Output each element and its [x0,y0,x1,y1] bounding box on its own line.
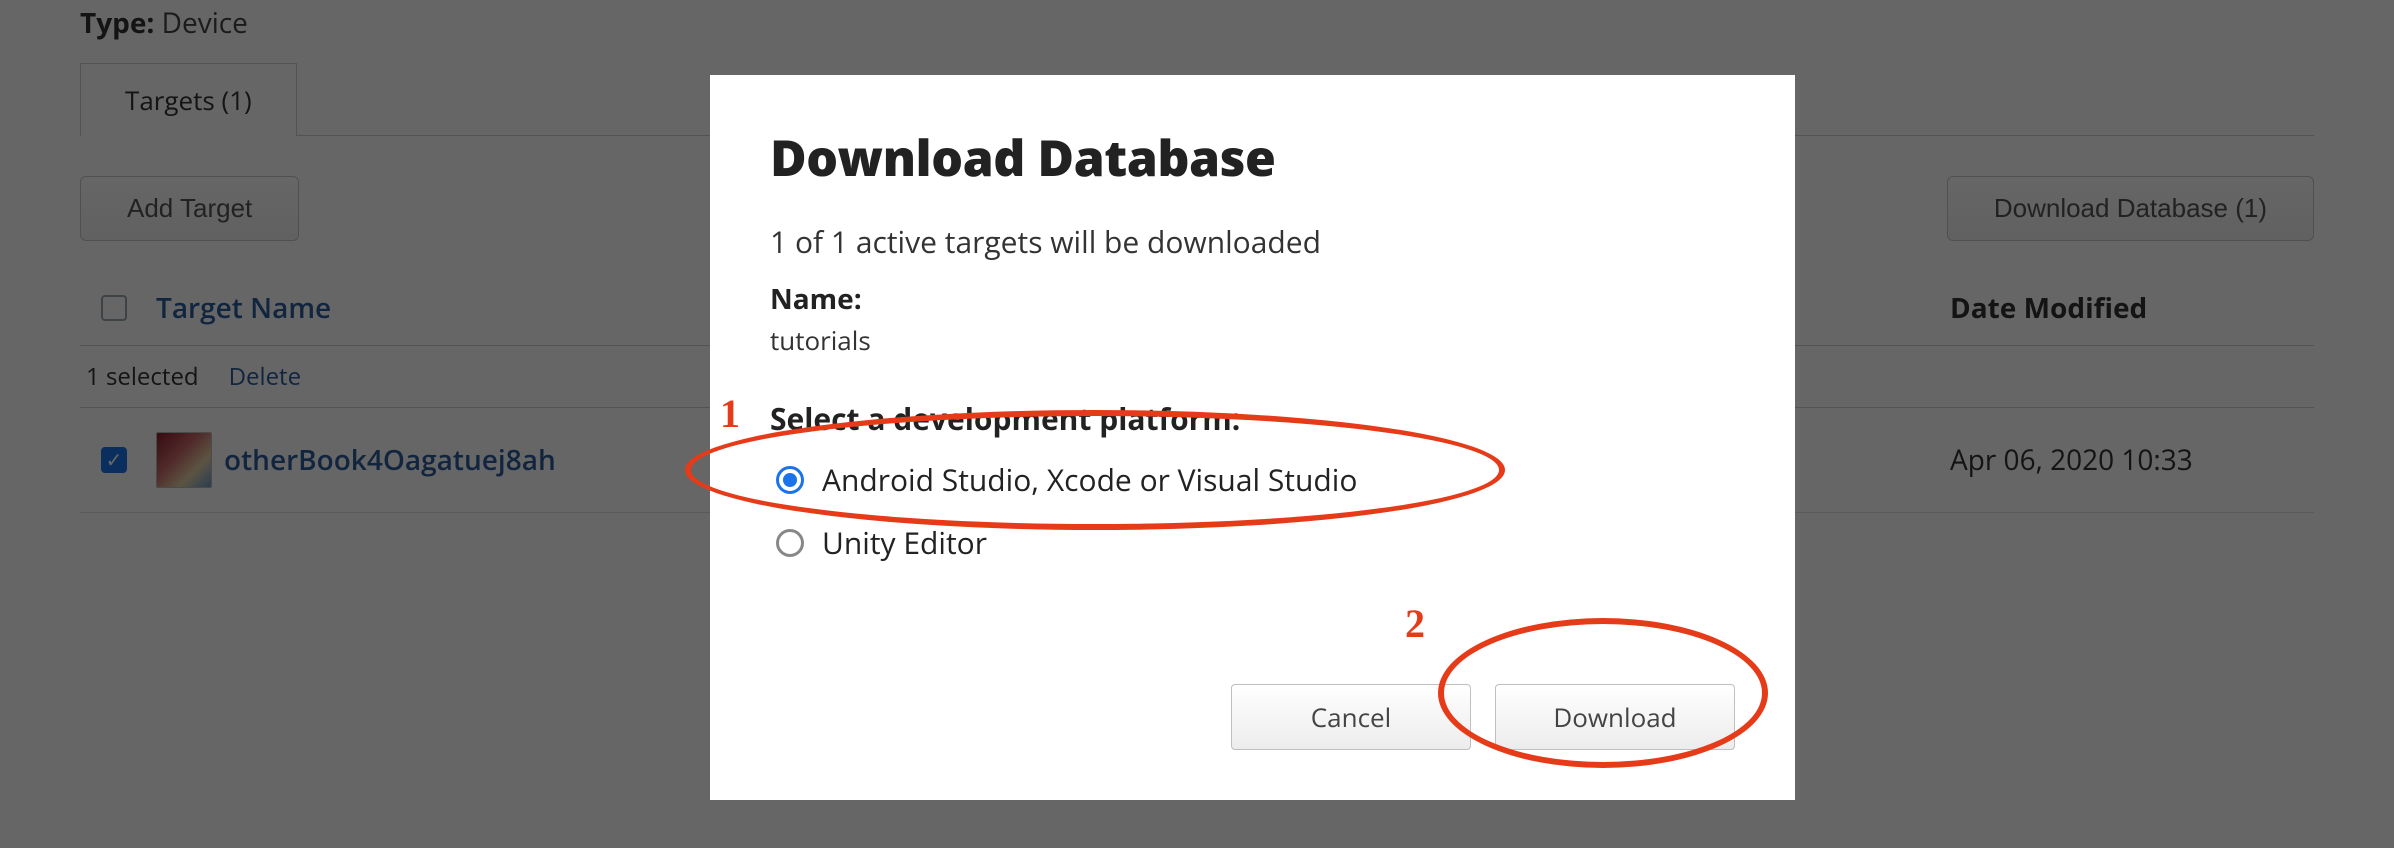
radio-native[interactable] [776,466,804,494]
radio-unity[interactable] [776,529,804,557]
dialog-title: Download Database [770,123,1735,191]
radio-option-unity[interactable]: Unity Editor [770,522,1735,563]
dialog-platform-label: Select a development platform: [770,398,1735,439]
dialog-subtitle: 1 of 1 active targets will be downloaded [770,221,1735,262]
dialog-name-value: tutorials [770,322,1735,358]
dialog-actions: Cancel Download [1231,684,1735,750]
radio-unity-label: Unity Editor [822,522,987,563]
radio-option-native[interactable]: Android Studio, Xcode or Visual Studio [770,459,1735,500]
download-database-dialog: Download Database 1 of 1 active targets … [710,75,1795,800]
download-button[interactable]: Download [1495,684,1735,750]
dialog-name-label: Name: [770,280,1735,318]
page-root: Type: Device Targets (1) Add Target Down… [0,0,2394,848]
cancel-button[interactable]: Cancel [1231,684,1471,750]
radio-native-label: Android Studio, Xcode or Visual Studio [822,459,1357,500]
